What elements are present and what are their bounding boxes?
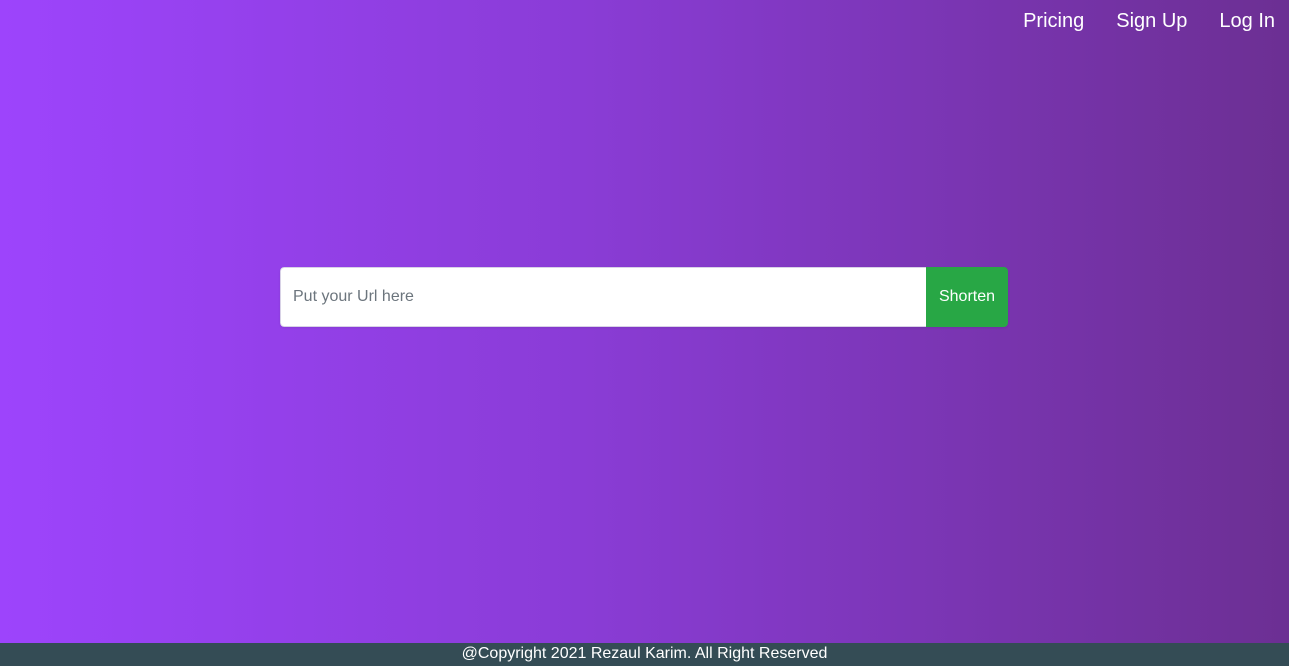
- hero-background: Pricing Sign Up Log In Shorten: [0, 0, 1289, 643]
- nav-link-sign-up[interactable]: Sign Up: [1116, 8, 1187, 34]
- shorten-button[interactable]: Shorten: [926, 267, 1008, 327]
- url-input[interactable]: [280, 267, 926, 327]
- footer: @Copyright 2021 Rezaul Karim. All Right …: [0, 643, 1289, 666]
- top-nav: Pricing Sign Up Log In: [1023, 8, 1275, 34]
- url-shorten-form: Shorten: [280, 267, 1008, 327]
- nav-link-log-in[interactable]: Log In: [1219, 8, 1275, 34]
- nav-link-pricing[interactable]: Pricing: [1023, 8, 1084, 34]
- footer-copyright: @Copyright 2021 Rezaul Karim. All Right …: [461, 645, 828, 662]
